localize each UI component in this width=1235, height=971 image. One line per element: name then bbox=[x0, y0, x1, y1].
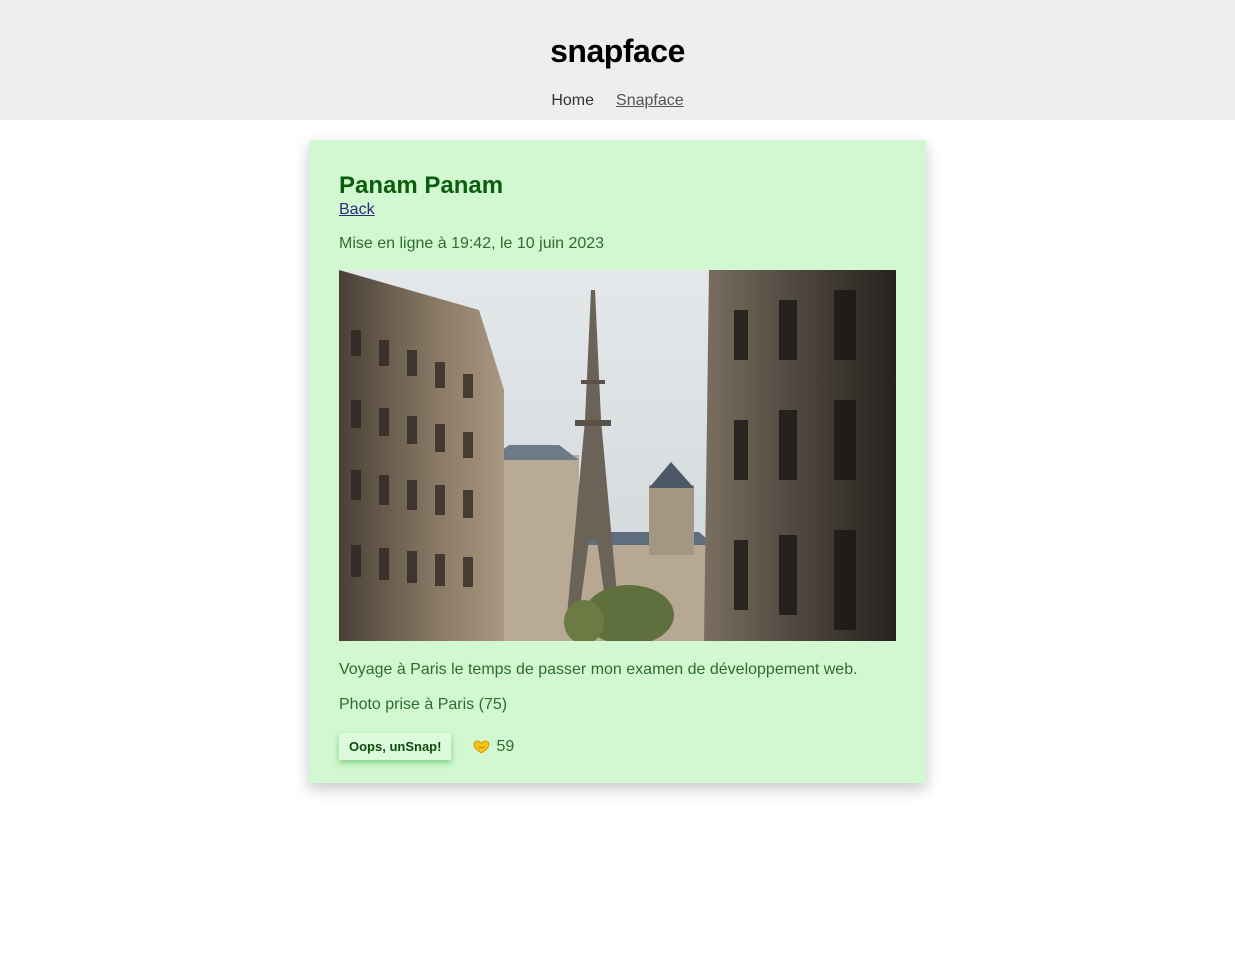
nav-snapface-link[interactable]: Snapface bbox=[616, 91, 684, 111]
snap-count: 59 bbox=[496, 737, 515, 755]
app-header: snapface Home Snapface bbox=[0, 0, 1235, 120]
app-title: snapface bbox=[550, 33, 685, 69]
unsnap-button[interactable]: Oops, unSnap! bbox=[339, 733, 452, 760]
snap-location: Photo prise à Paris (75) bbox=[339, 696, 508, 713]
nav-home-link[interactable]: Home bbox=[551, 91, 594, 111]
snap-title: Panam Panam bbox=[339, 172, 504, 199]
snap-actions: Oops, unSnap! 59 bbox=[339, 733, 896, 760]
back-link[interactable]: Back bbox=[339, 200, 375, 220]
snap-photo bbox=[339, 270, 896, 641]
main-nav: Home Snapface bbox=[0, 91, 1235, 111]
snap-date: Mise en ligne à 19:42, le 10 juin 2023 bbox=[339, 235, 605, 252]
heart-hands-icon[interactable] bbox=[473, 739, 490, 754]
snap-description: Voyage à Paris le temps de passer mon ex… bbox=[339, 661, 858, 678]
snap-card: Panam Panam Back Mise en ligne à 19:42, … bbox=[309, 140, 926, 783]
